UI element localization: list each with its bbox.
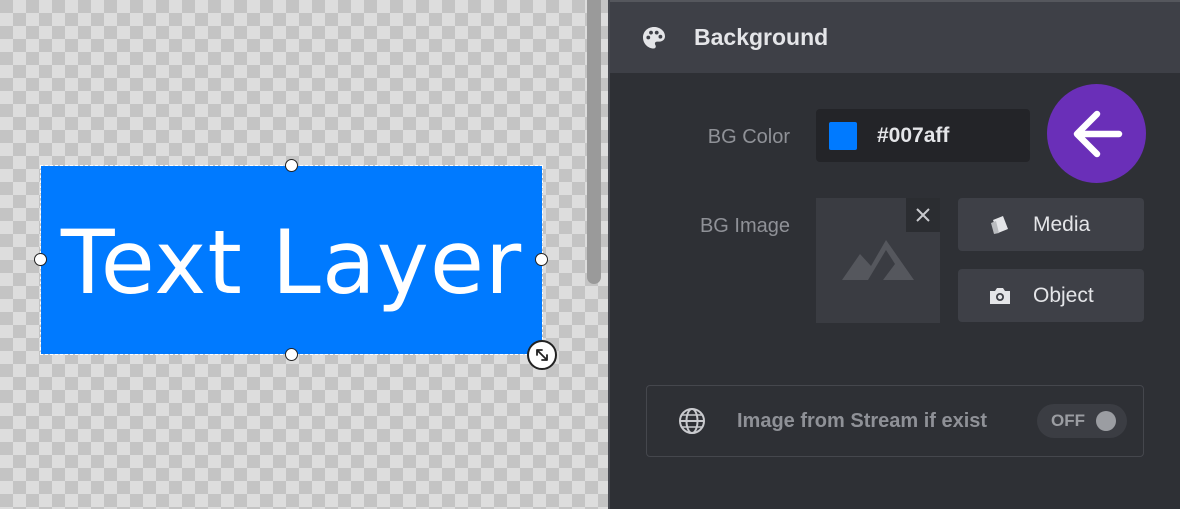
stream-toggle[interactable]: OFF	[1037, 404, 1127, 438]
handle-middle-right[interactable]	[535, 253, 548, 266]
camera-icon	[990, 287, 1010, 304]
panel-title: Background	[694, 24, 829, 50]
back-arrow-button[interactable]	[1047, 84, 1146, 183]
handle-top-center[interactable]	[285, 159, 298, 172]
globe-icon	[679, 408, 705, 434]
color-swatch[interactable]	[829, 121, 857, 150]
media-button[interactable]: Media	[958, 198, 1144, 251]
resize-handle[interactable]	[527, 340, 557, 370]
text-layer[interactable]: Text Layer	[40, 165, 543, 355]
settings-panel: Background BG Color #007aff BG Image Med…	[608, 0, 1180, 509]
bg-color-field[interactable]: #007aff	[816, 109, 1030, 162]
stream-image-label: Image from Stream if exist	[737, 409, 988, 432]
arrow-left-icon	[1073, 110, 1122, 157]
canvas-scrollbar[interactable]	[587, 0, 601, 284]
object-button[interactable]: Object	[958, 269, 1144, 322]
handle-bottom-center[interactable]	[285, 348, 298, 361]
close-icon	[916, 208, 930, 222]
media-cards-icon	[991, 215, 1008, 234]
media-button-label: Media	[1033, 212, 1091, 236]
bg-color-value: #007aff	[877, 123, 950, 147]
clear-image-button[interactable]	[906, 198, 940, 232]
canvas-area[interactable]: Text Layer	[0, 0, 608, 509]
palette-icon	[643, 26, 665, 48]
object-button-label: Object	[1033, 283, 1094, 307]
bg-image-label: BG Image	[699, 215, 790, 237]
panel-header: Background	[610, 0, 1180, 73]
toggle-knob	[1096, 411, 1116, 431]
handle-middle-left[interactable]	[34, 253, 47, 266]
resize-diagonal-icon	[536, 349, 548, 361]
stream-image-row: Image from Stream if exist OFF	[646, 385, 1144, 457]
toggle-state-label: OFF	[1051, 411, 1085, 430]
bg-color-label: BG Color	[707, 126, 790, 148]
text-layer-content: Text Layer	[60, 210, 523, 314]
